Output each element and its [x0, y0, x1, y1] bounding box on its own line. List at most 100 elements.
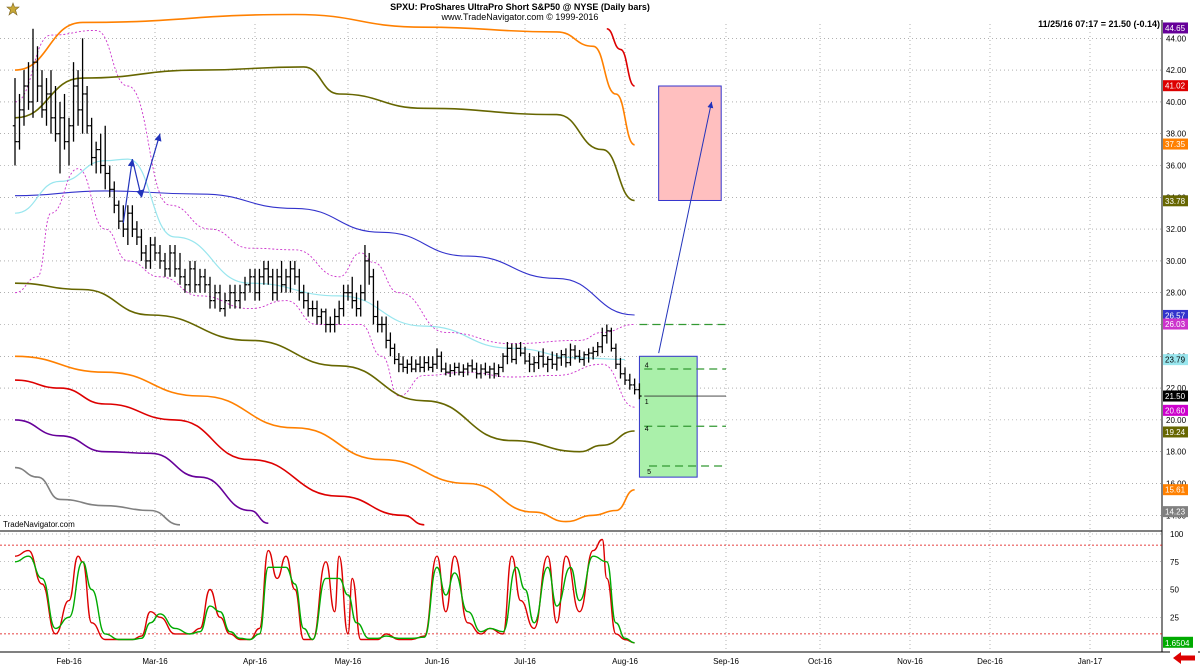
- x-tick-label: Oct-16: [808, 657, 833, 666]
- support-zone-box: [638, 355, 698, 478]
- price-bar: [305, 292, 311, 317]
- price-bar: [222, 292, 228, 317]
- wave-label: 1: [645, 399, 649, 406]
- price-bar: [232, 284, 238, 309]
- y-tick-label: 20.00: [1166, 416, 1187, 425]
- price-bar: [130, 205, 135, 238]
- price-bar: [89, 117, 94, 166]
- series-line-orange_lower: [14, 355, 635, 523]
- price-bar: [388, 332, 393, 357]
- price-bar: [505, 341, 510, 365]
- price-bar: [310, 300, 315, 317]
- price-bar: [116, 200, 121, 230]
- price-bar: [392, 343, 397, 365]
- price-bar: [452, 362, 457, 376]
- stoch-line-stoch_d: [14, 555, 635, 644]
- x-tick-label: Jun-16: [425, 657, 450, 666]
- value-label: 14.23: [1165, 508, 1186, 517]
- price-bar: [212, 284, 218, 309]
- price-bar: [62, 93, 67, 150]
- stoch-y-tick-label: 50: [1170, 586, 1179, 595]
- price-bar: [461, 364, 466, 377]
- stoch-value-label: 1.6504: [1165, 639, 1190, 648]
- price-bar: [247, 268, 253, 293]
- price-bar: [474, 362, 479, 379]
- price-bar: [604, 324, 610, 344]
- price-bar: [66, 117, 72, 166]
- y-tick-label: 42.00: [1166, 66, 1187, 75]
- price-bar: [17, 93, 22, 150]
- x-tick-label: Feb-16: [56, 657, 82, 666]
- series-line-orange_upper: [14, 13, 635, 146]
- price-bar: [257, 268, 262, 301]
- price-chart[interactable]: 44.0042.0040.0038.0036.0034.0032.0030.00…: [0, 0, 1200, 670]
- price-bar: [162, 252, 168, 277]
- series-line-boll_lower: [14, 168, 635, 408]
- value-label: 44.65: [1165, 24, 1186, 33]
- chart-stage: SPXU: ProShares UltraPro Short S&P50 @ N…: [0, 0, 1200, 670]
- series-line-purple: [14, 419, 269, 524]
- price-bar: [319, 308, 324, 325]
- value-label: 33.78: [1165, 197, 1186, 206]
- price-bar: [30, 28, 36, 118]
- y-tick-label: 38.00: [1166, 130, 1187, 139]
- price-bar: [609, 327, 614, 352]
- price-bar: [568, 343, 573, 366]
- price-bar: [600, 327, 605, 354]
- price-bar: [443, 362, 448, 376]
- x-tick-label: Nov-16: [897, 657, 923, 666]
- price-bar: [12, 78, 18, 166]
- price-bar: [632, 378, 637, 395]
- price-bar: [350, 276, 355, 309]
- price-bar: [514, 343, 519, 365]
- scroll-left-arrow-icon[interactable]: [1170, 650, 1198, 666]
- wave-label: 4: [645, 426, 649, 433]
- price-bar: [134, 221, 140, 245]
- price-bar: [328, 316, 333, 333]
- price-bar: [456, 362, 462, 376]
- price-bar: [103, 125, 108, 190]
- series-line-red_lower: [14, 379, 425, 526]
- price-bar: [125, 205, 131, 245]
- price-bar: [536, 351, 541, 370]
- value-label: 21.50: [1165, 392, 1186, 401]
- price-bar: [266, 260, 271, 285]
- price-bar: [279, 260, 284, 293]
- price-bar: [345, 284, 351, 301]
- price-bar: [595, 341, 600, 357]
- price-bar: [202, 268, 208, 293]
- price-bar: [139, 229, 144, 261]
- price-bar: [242, 276, 248, 301]
- price-bar: [157, 244, 163, 269]
- price-bar: [487, 365, 492, 379]
- stoch-y-tick-label: 75: [1170, 558, 1179, 567]
- price-bar: [405, 359, 410, 374]
- x-tick-label: Dec-16: [977, 657, 1003, 666]
- y-tick-label: 28.00: [1166, 289, 1187, 298]
- price-bar: [409, 356, 414, 373]
- price-bar: [375, 300, 380, 333]
- wave-label: 5: [647, 469, 651, 476]
- series-line-ma_cyan: [14, 158, 626, 361]
- price-bar: [483, 362, 488, 376]
- x-tick-label: Apr-16: [243, 657, 268, 666]
- price-bar: [540, 348, 546, 368]
- price-bar: [434, 348, 440, 370]
- price-bar: [292, 260, 298, 285]
- price-bar: [26, 62, 31, 110]
- price-bar: [470, 359, 475, 373]
- wave-label: 4: [645, 362, 649, 369]
- price-bar: [581, 351, 587, 366]
- price-bar: [627, 373, 633, 390]
- value-label: 23.79: [1165, 356, 1186, 365]
- price-bar: [500, 353, 506, 373]
- price-bar: [545, 356, 550, 373]
- price-bar: [358, 284, 363, 317]
- price-bar: [283, 268, 289, 293]
- price-bar: [152, 237, 158, 261]
- price-bar: [531, 356, 537, 373]
- price-bar: [383, 316, 389, 349]
- price-bar: [417, 356, 423, 373]
- price-bar: [413, 359, 419, 373]
- price-bar: [252, 268, 258, 301]
